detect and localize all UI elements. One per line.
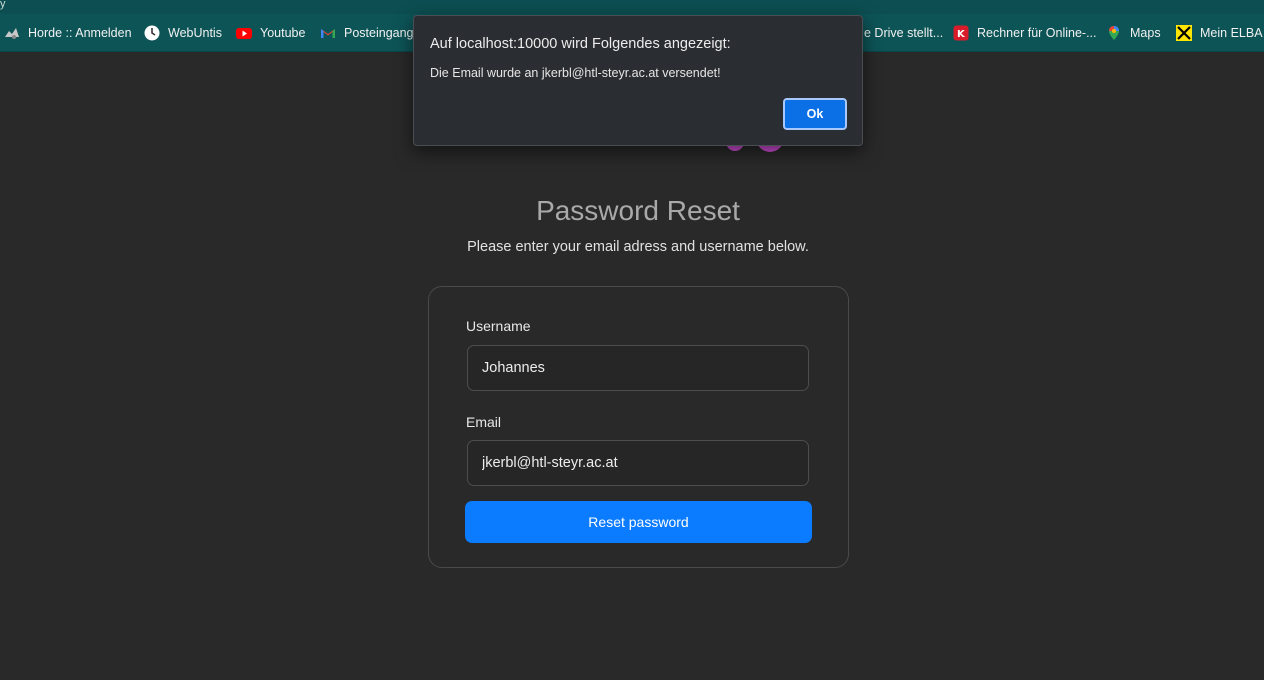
- tab-strip-sliver: y: [0, 0, 1264, 14]
- page-title: Password Reset: [536, 195, 740, 226]
- dialog-ok-button[interactable]: Ok: [783, 98, 847, 130]
- reset-password-button[interactable]: Reset password: [465, 501, 812, 543]
- dialog-message: Die Email wurde an jkerbl@htl-steyr.ac.a…: [430, 66, 721, 80]
- bookmark-label: Rechner für Online-...: [977, 26, 1097, 40]
- bookmark-elba[interactable]: Mein ELBA: [1176, 22, 1263, 44]
- webuntis-icon: [144, 25, 160, 41]
- bookmark-label: e Drive stellt...: [864, 26, 944, 40]
- tab-strip-glyph: y: [0, 0, 6, 10]
- maps-pin-icon: [1106, 25, 1122, 41]
- bookmark-rechner[interactable]: K Rechner für Online-...: [953, 22, 1097, 44]
- bookmark-label: WebUntis: [168, 26, 222, 40]
- email-input[interactable]: [467, 440, 809, 486]
- elba-icon: [1176, 25, 1192, 41]
- bookmark-label: Youtube: [260, 26, 306, 40]
- bookmark-maps[interactable]: Maps: [1106, 22, 1161, 44]
- bookmark-drive[interactable]: e Drive stellt...: [864, 22, 943, 44]
- youtube-icon: [236, 25, 252, 41]
- username-label: Username: [466, 318, 531, 334]
- bookmark-label: Horde :: Anmelden: [28, 26, 132, 40]
- gmail-icon: [320, 25, 336, 41]
- page-subtitle: Please enter your email adress and usern…: [467, 239, 809, 255]
- bookmark-label: Posteingang: [344, 26, 414, 40]
- dialog-title: Auf localhost:10000 wird Folgendes angez…: [430, 36, 731, 52]
- username-input[interactable]: [467, 345, 809, 391]
- bookmark-label: Mein ELBA: [1200, 26, 1263, 40]
- svg-text:K: K: [957, 29, 966, 40]
- bookmark-label: Maps: [1130, 26, 1161, 40]
- horde-icon: [4, 25, 20, 41]
- bookmark-webuntis[interactable]: WebUntis: [144, 22, 222, 44]
- rechner-icon: K: [953, 25, 969, 41]
- bookmark-youtube[interactable]: Youtube: [236, 22, 305, 44]
- bookmark-horde[interactable]: Horde :: Anmelden: [4, 22, 132, 44]
- bookmark-posteingang[interactable]: Posteingang: [320, 22, 414, 44]
- alert-dialog: Auf localhost:10000 wird Folgendes angez…: [413, 15, 863, 146]
- email-label: Email: [466, 414, 502, 430]
